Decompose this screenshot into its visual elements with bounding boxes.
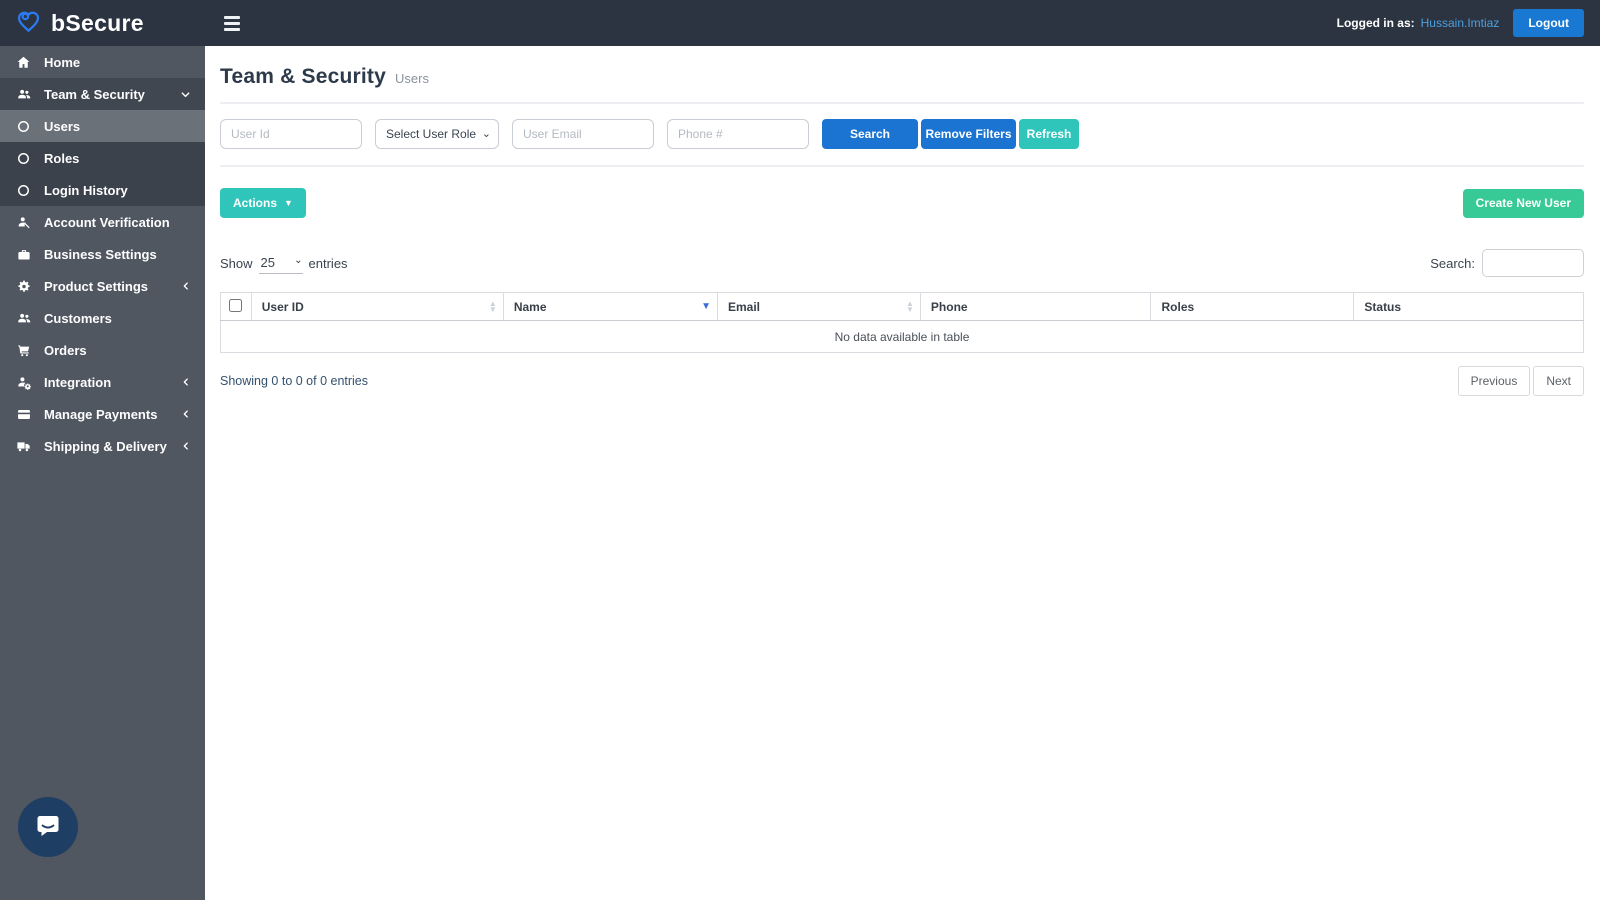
sidebar-item-orders[interactable]: Orders: [0, 334, 205, 366]
sidebar-item-label: Login History: [44, 182, 128, 198]
entries-summary: Showing 0 to 0 of 0 entries: [220, 374, 369, 388]
sidebar-item-label: Account Verification: [44, 214, 170, 230]
select-all-checkbox[interactable]: [229, 298, 243, 312]
sidebar-item-roles[interactable]: Roles: [0, 142, 205, 174]
chevron-left-icon: [181, 281, 191, 291]
circle-icon: [14, 151, 33, 166]
page-size-select[interactable]: 25 ⌄: [258, 252, 303, 274]
phone-input[interactable]: [667, 119, 809, 149]
sidebar-item-login-history[interactable]: Login History: [0, 174, 205, 206]
sidebar-item-label: Product Settings: [44, 278, 149, 294]
users-table: User ID ▲▼ Name ▲▼ Email ▲▼ Phone ▲▼ Rol…: [220, 292, 1584, 353]
caret-down-icon: ▼: [284, 198, 293, 208]
refresh-button[interactable]: Refresh: [1019, 119, 1079, 149]
empty-table-row: No data available in table: [220, 320, 1584, 353]
table-search-input[interactable]: [1482, 249, 1584, 277]
previous-page-button[interactable]: Previous: [1457, 366, 1531, 396]
column-header-status[interactable]: Status ▲▼: [1353, 292, 1584, 321]
sort-icon: ▲▼: [701, 300, 711, 312]
sidebar-item-label: Manage Payments: [44, 406, 158, 422]
table-controls: Show 25 ⌄ entries Search:: [220, 249, 1584, 277]
main-content: Team & Security Users Select User Roles …: [205, 46, 1600, 396]
sidebar-item-shipping-delivery[interactable]: Shipping & Delivery: [0, 430, 205, 462]
sidebar-item-team-security[interactable]: Team & Security: [0, 78, 205, 110]
credit-card-icon: [14, 407, 33, 422]
logout-button[interactable]: Logout: [1513, 9, 1584, 37]
breadcrumb: Team & Security Users: [220, 65, 1584, 89]
sidebar-item-label: Shipping & Delivery: [44, 438, 167, 454]
brand-logo[interactable]: bSecure: [0, 7, 205, 39]
brand-name: bSecure: [51, 9, 144, 36]
select-all-header: [220, 292, 252, 321]
sort-icon: ▲▼: [905, 298, 914, 314]
cogs-icon: [14, 279, 33, 294]
sidebar-item-label: Team & Security: [44, 86, 145, 102]
show-label: Show: [220, 255, 253, 271]
home-icon: [14, 55, 33, 70]
customers-icon: [14, 311, 33, 326]
briefcase-icon: [14, 247, 33, 262]
user-id-input[interactable]: [220, 119, 362, 149]
sidebar-item-manage-payments[interactable]: Manage Payments: [0, 398, 205, 430]
column-header-name[interactable]: Name ▲▼: [502, 292, 719, 321]
sidebar-item-label: Orders: [44, 342, 87, 358]
circle-icon: [14, 119, 33, 134]
table-footer: Showing 0 to 0 of 0 entries Previous Nex…: [220, 366, 1584, 396]
page-title: Team & Security: [220, 65, 387, 88]
actions-dropdown-button[interactable]: Actions ▼: [220, 188, 306, 218]
sidebar-item-account-verification[interactable]: Account Verification: [0, 206, 205, 238]
column-header-email[interactable]: Email ▲ ▼: [717, 292, 921, 321]
sidebar-item-business-settings[interactable]: Business Settings: [0, 238, 205, 270]
chevron-left-icon: [181, 377, 191, 387]
truck-icon: [14, 439, 33, 454]
account-verification-icon: [14, 215, 33, 230]
sidebar-item-home[interactable]: Home: [0, 46, 205, 78]
remove-filters-button[interactable]: Remove Filters: [921, 119, 1016, 149]
username-link[interactable]: Hussain.Imtiaz: [1421, 16, 1500, 30]
user-email-input[interactable]: [512, 119, 654, 149]
topbar: bSecure Logged in as: Hussain.Imtiaz Log…: [0, 0, 1600, 46]
chat-widget-button[interactable]: [18, 797, 78, 857]
user-roles-select[interactable]: Select User Roles ⌄: [375, 119, 499, 149]
page-subtitle: Users: [395, 71, 429, 86]
chevron-left-icon: [181, 441, 191, 451]
sidebar-item-label: Integration: [44, 374, 112, 390]
sidebar: Home Team & Security Users Roles Login H…: [0, 46, 205, 900]
toolbar: Actions ▼ Create New User: [220, 188, 1584, 218]
sidebar-item-label: Roles: [44, 150, 80, 166]
sidebar-item-users[interactable]: Users: [0, 110, 205, 142]
sidebar-item-label: Customers: [44, 310, 112, 326]
logged-in-as-label: Logged in as:: [1336, 16, 1415, 30]
hamburger-menu-icon[interactable]: [224, 15, 240, 31]
chat-bubble-icon: [32, 809, 64, 846]
sidebar-item-integration[interactable]: Integration: [0, 366, 205, 398]
sort-icon: ▲▼: [488, 298, 497, 314]
create-new-user-button[interactable]: Create New User: [1462, 188, 1584, 218]
team-icon: [14, 87, 33, 102]
sidebar-item-label: Home: [44, 54, 81, 70]
next-page-button[interactable]: Next: [1533, 366, 1584, 396]
entries-label: entries: [308, 255, 348, 271]
empty-table-message: No data available in table: [220, 320, 1584, 353]
sidebar-item-label: Users: [44, 118, 81, 134]
cart-icon: [14, 343, 33, 358]
user-gear-icon: [14, 375, 33, 390]
circle-icon: [14, 183, 33, 198]
chevron-left-icon: [181, 409, 191, 419]
column-header-phone[interactable]: Phone ▲▼: [919, 292, 1152, 321]
bsecure-heart-logo-icon: [15, 7, 42, 39]
search-button[interactable]: Search: [822, 119, 918, 149]
divider: [220, 102, 1584, 104]
table-search-label: Search:: [1430, 255, 1475, 271]
column-header-roles[interactable]: Roles ▲▼: [1150, 292, 1355, 321]
column-header-user-id[interactable]: User ID ▲ ▼: [250, 292, 504, 321]
filter-bar: Select User Roles ⌄ Search Remove Filter…: [220, 119, 1584, 149]
sidebar-item-customers[interactable]: Customers: [0, 302, 205, 334]
chevron-down-icon: [180, 89, 191, 100]
sidebar-item-label: Business Settings: [44, 246, 157, 262]
table-header-row: User ID ▲▼ Name ▲▼ Email ▲▼ Phone ▲▼ Rol…: [220, 292, 1584, 321]
divider: [220, 165, 1584, 167]
sidebar-item-product-settings[interactable]: Product Settings: [0, 270, 205, 302]
